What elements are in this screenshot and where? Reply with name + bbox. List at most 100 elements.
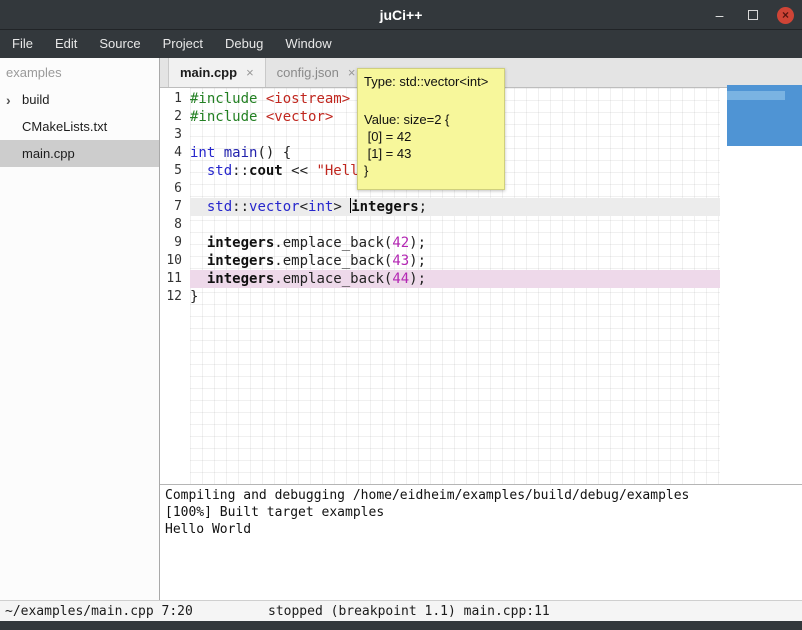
code-token: cout xyxy=(249,163,283,179)
menu-item-source[interactable]: Source xyxy=(88,30,151,58)
tab-main-cpp[interactable]: main.cpp × xyxy=(168,58,266,87)
code-token xyxy=(190,235,207,251)
code-line-9[interactable]: 9 integers.emplace_back(42); xyxy=(160,234,802,252)
line-number[interactable]: 3 xyxy=(160,126,190,144)
minimize-button[interactable]: – xyxy=(711,7,728,24)
code-line-7[interactable]: 7 std::vector<int> integers; xyxy=(160,198,802,216)
tab-config-json[interactable]: config.json× xyxy=(266,58,367,87)
code-token: ); xyxy=(409,271,426,287)
code-line-8[interactable]: 8 xyxy=(160,216,802,234)
close-icon[interactable]: × xyxy=(246,65,254,80)
titlebar: juCi++ – × xyxy=(0,0,802,30)
code-token xyxy=(257,109,265,125)
code-token: #include xyxy=(190,109,257,125)
tab-label: main.cpp xyxy=(180,65,237,80)
menu-item-file[interactable]: File xyxy=(1,30,44,58)
tooltip-value-line: } xyxy=(364,162,498,179)
tooltip-type-line: Type: std::vector<int> xyxy=(364,74,498,89)
debug-tooltip: Type: std::vector<int> Value: size=2 { [… xyxy=(357,68,505,190)
sidebar-item-label: main.cpp xyxy=(22,146,75,161)
code-token: int xyxy=(190,145,215,161)
minimap-viewport xyxy=(727,91,785,100)
statusbar: ~/examples/main.cpp 7:20 stopped (breakp… xyxy=(0,600,802,621)
code-token: < xyxy=(300,199,308,215)
code-text xyxy=(190,216,720,234)
code-text: integers.emplace_back(42); xyxy=(190,234,720,252)
menubar: FileEditSourceProjectDebugWindow xyxy=(0,30,802,58)
line-number[interactable]: 4 xyxy=(160,144,190,162)
code-token: ; xyxy=(419,199,427,215)
sidebar-item-main-cpp[interactable]: main.cpp xyxy=(0,140,159,167)
minimap[interactable] xyxy=(727,85,802,146)
line-number[interactable]: 12 xyxy=(160,288,190,306)
menu-item-debug[interactable]: Debug xyxy=(214,30,274,58)
code-token: :: xyxy=(232,199,249,215)
code-token: integers xyxy=(207,235,274,251)
sidebar-item-cmakelists-txt[interactable]: CMakeLists.txt xyxy=(0,113,159,140)
status-file-position: ~/examples/main.cpp 7:20 xyxy=(0,604,268,619)
code-token: #include xyxy=(190,91,257,107)
code-token: vector xyxy=(249,199,300,215)
line-number[interactable]: 10 xyxy=(160,252,190,270)
code-token: <vector> xyxy=(266,109,333,125)
code-token: () { xyxy=(257,145,291,161)
sidebar-item-build[interactable]: ›build xyxy=(0,86,159,113)
code-token: } xyxy=(190,289,198,305)
line-number[interactable]: 8 xyxy=(160,216,190,234)
terminal-line: Compiling and debugging /home/eidheim/ex… xyxy=(165,487,797,504)
chevron-right-icon[interactable]: › xyxy=(6,92,22,108)
close-button[interactable]: × xyxy=(777,7,794,24)
code-token xyxy=(215,145,223,161)
code-text: std::vector<int> integers; xyxy=(190,198,720,216)
menu-item-window[interactable]: Window xyxy=(274,30,342,58)
code-text: } xyxy=(190,288,720,306)
code-token xyxy=(190,199,207,215)
terminal-line: [100%] Built target examples xyxy=(165,504,797,521)
line-number[interactable]: 6 xyxy=(160,180,190,198)
code-token: std xyxy=(207,163,232,179)
code-token: 44 xyxy=(392,271,409,287)
code-token: .emplace_back( xyxy=(274,253,392,269)
code-token: ); xyxy=(409,253,426,269)
maximize-button[interactable] xyxy=(744,7,761,24)
sidebar-header: examples xyxy=(0,58,159,86)
terminal-line: Hello World xyxy=(165,521,797,538)
code-token: main xyxy=(224,145,258,161)
menu-item-edit[interactable]: Edit xyxy=(44,30,88,58)
close-icon[interactable]: × xyxy=(348,65,356,80)
code-token: :: xyxy=(232,163,249,179)
sidebar-item-label: build xyxy=(22,92,49,107)
code-token: .emplace_back( xyxy=(274,271,392,287)
code-text: integers.emplace_back(43); xyxy=(190,252,720,270)
code-line-11[interactable]: 11 integers.emplace_back(44); xyxy=(160,270,802,288)
code-token: integers xyxy=(351,199,418,215)
code-token: int xyxy=(308,199,333,215)
line-number[interactable]: 5 xyxy=(160,162,190,180)
status-debug-state: stopped (breakpoint 1.1) main.cpp:11 xyxy=(268,604,550,619)
app-window: juCi++ – × FileEditSourceProjectDebugWind… xyxy=(0,0,802,630)
window-title: juCi++ xyxy=(380,7,423,23)
terminal-output[interactable]: Compiling and debugging /home/eidheim/ex… xyxy=(160,485,802,600)
code-token: std xyxy=(207,199,232,215)
tooltip-value: Value: size=2 { [0] = 42 [1] = 43} xyxy=(364,111,498,179)
menu-item-project[interactable]: Project xyxy=(152,30,214,58)
tooltip-value-line: Value: size=2 { xyxy=(364,111,498,128)
sidebar-item-label: CMakeLists.txt xyxy=(22,119,107,134)
line-number[interactable]: 1 xyxy=(160,90,190,108)
line-number[interactable]: 11 xyxy=(160,270,190,288)
code-token: .emplace_back( xyxy=(274,235,392,251)
tooltip-value-line: [0] = 42 xyxy=(364,128,498,145)
code-token: 43 xyxy=(392,253,409,269)
line-number[interactable]: 9 xyxy=(160,234,190,252)
code-token xyxy=(257,91,265,107)
line-number[interactable]: 2 xyxy=(160,108,190,126)
code-line-12[interactable]: 12} xyxy=(160,288,802,306)
code-text: integers.emplace_back(44); xyxy=(190,270,720,288)
code-line-10[interactable]: 10 integers.emplace_back(43); xyxy=(160,252,802,270)
maximize-icon xyxy=(748,10,758,20)
code-token xyxy=(190,253,207,269)
code-token: > xyxy=(333,199,350,215)
line-number[interactable]: 7 xyxy=(160,198,190,216)
code-token: ); xyxy=(409,235,426,251)
file-tree: ›build CMakeLists.txt main.cpp xyxy=(0,86,159,167)
